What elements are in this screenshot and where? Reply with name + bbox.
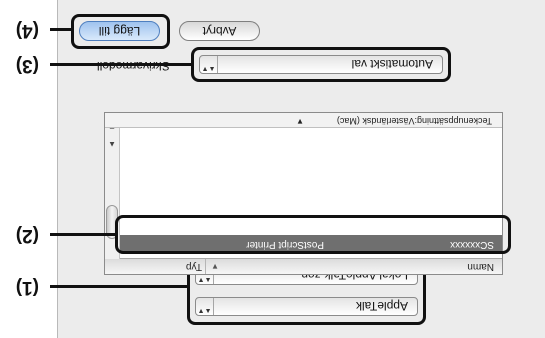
printer-model-label: Skrivarmodell [97,59,170,73]
callout-box-4 [71,14,170,49]
header-name[interactable]: Namn [467,261,494,272]
header-separator [205,259,206,274]
callout-line-3 [50,63,191,66]
marker-4: (4) [15,20,39,41]
header-type[interactable]: Typ [186,261,202,272]
marker-3: (3) [15,55,39,76]
scroll-up-icon[interactable]: ▲ [108,140,116,149]
callout-line-4 [50,28,71,31]
sort-arrow-icon: ▼ [211,262,219,271]
callout-box-2 [115,215,511,254]
callout-line-2 [50,233,115,236]
cancel-button[interactable]: Avbryt [179,21,260,41]
encoding-label: Teckenuppsättning:Västerländsk (Mac) [336,116,492,126]
encoding-bar[interactable]: Teckenuppsättning:Västerländsk (Mac) ▼ [105,113,502,128]
marker-1: (1) [15,277,39,298]
list-header: Namn ▼ Typ [105,258,502,274]
callout-box-3 [191,47,451,82]
marker-2: (2) [15,225,39,246]
callout-line-1 [50,285,187,288]
encoding-arrow-icon: ▼ [296,117,304,126]
screenshot-rotated: AppleTalk ▲▼ Lokal AppleTalk-zon ▲▼ (1) … [0,0,545,338]
